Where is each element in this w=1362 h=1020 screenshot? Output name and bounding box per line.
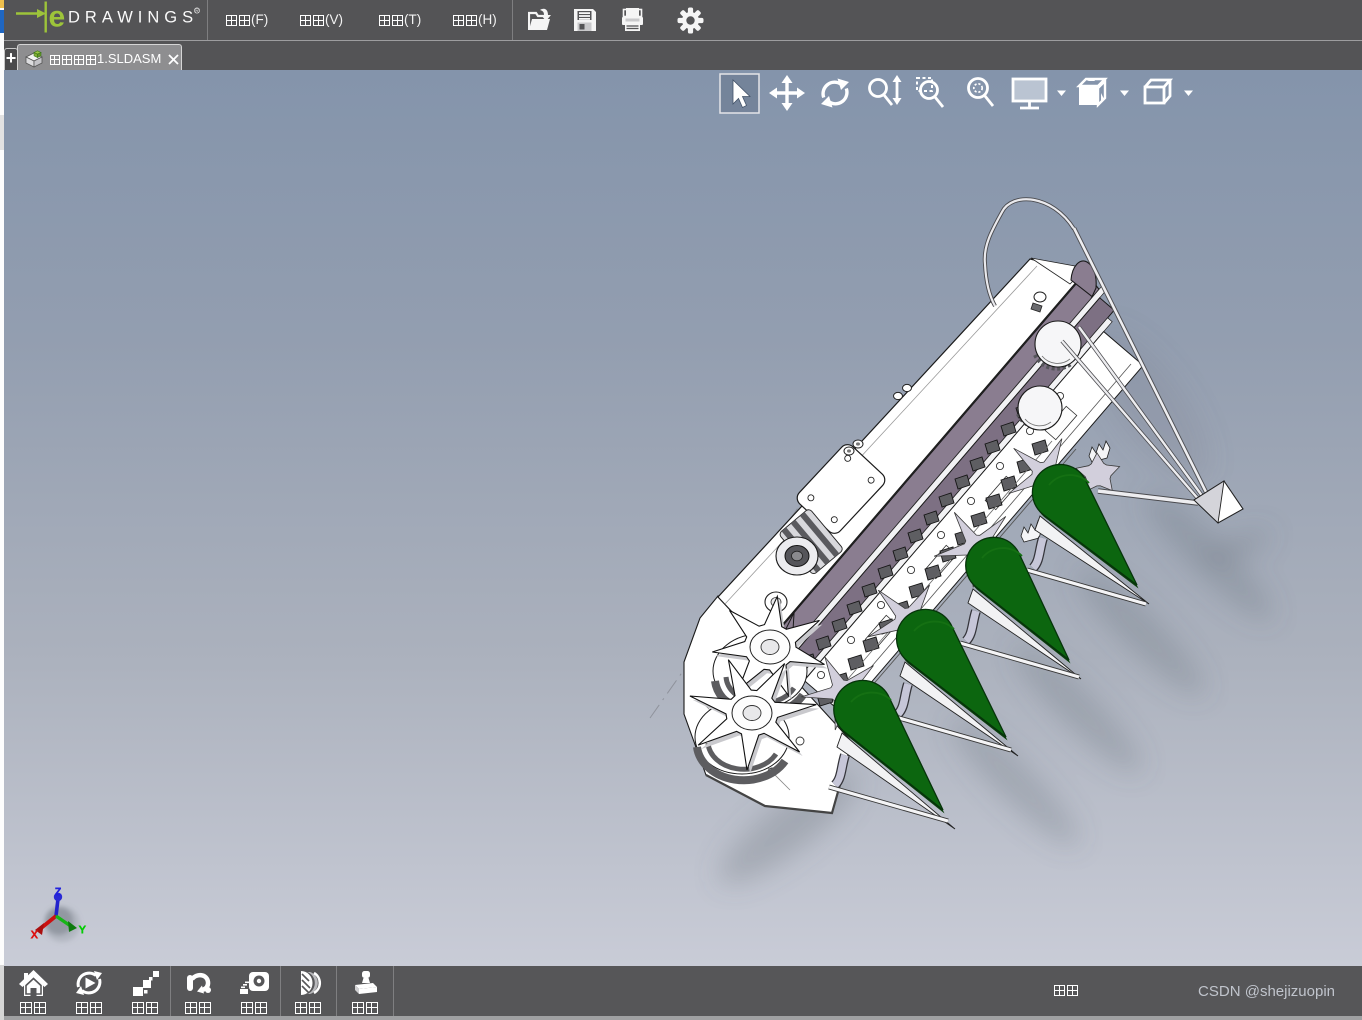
svg-text:e: e [49,1,66,34]
svg-text:DRAWINGS: DRAWINGS [68,9,198,27]
svg-text:X: X [31,930,38,941]
svg-text:Z: Z [55,887,61,898]
svg-text:R: R [195,9,199,15]
svg-text:Y: Y [79,925,86,936]
